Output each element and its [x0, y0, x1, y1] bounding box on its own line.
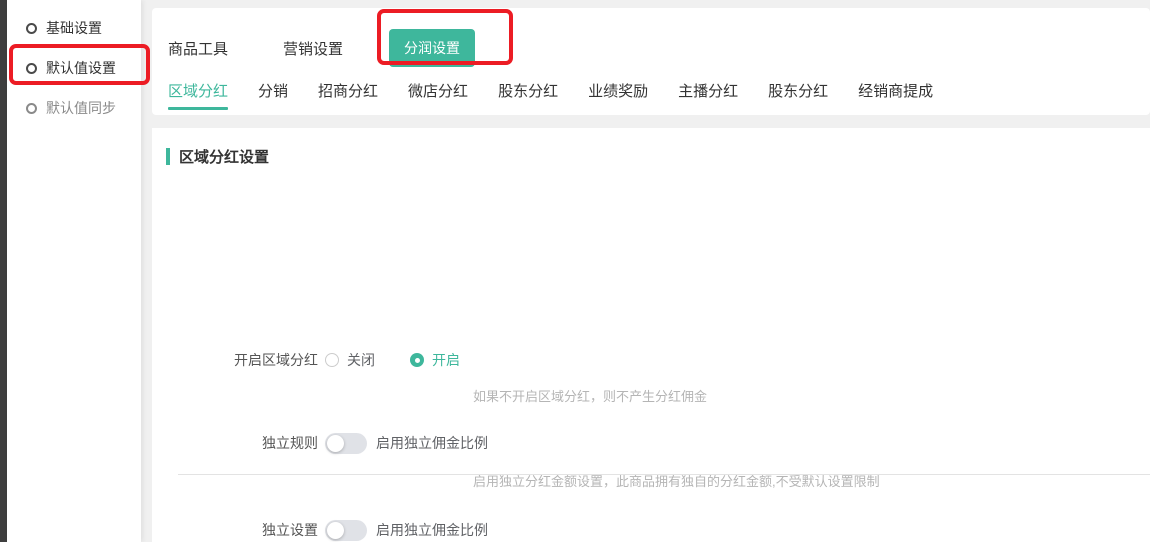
toggle-switch-off[interactable] [325, 433, 367, 454]
sidebar-item-basic-settings[interactable]: 基础设置 [7, 8, 141, 48]
toggle-switch-off[interactable] [325, 520, 367, 541]
form-row-enable-region-dividend: 开启区域分红 关闭 开启 [152, 349, 1150, 371]
sidebar: 基础设置 默认值设置 默认值同步 [7, 0, 141, 542]
subtab-region-dividend[interactable]: 区域分红 [168, 80, 228, 110]
sidebar-item-default-settings[interactable]: 默认值设置 [7, 48, 141, 88]
toggle-knob [327, 435, 344, 452]
toggle-label: 启用独立佣金比例 [376, 433, 488, 453]
section-header: 区域分红设置 [166, 146, 269, 167]
subtab-microstore-dividend[interactable]: 微店分红 [408, 80, 468, 110]
form-row-independent-rule: 独立规则 启用独立佣金比例 [152, 432, 1150, 454]
form-label: 开启区域分红 [152, 350, 318, 370]
sidebar-item-label: 默认值同步 [46, 98, 116, 118]
form-help-text: 如果不开启区域分红，则不产生分红佣金 [473, 386, 707, 405]
sidebar-item-default-sync[interactable]: 默认值同步 [7, 88, 141, 128]
subtab-distribution[interactable]: 分销 [258, 80, 288, 110]
radio-circle-icon [26, 63, 37, 74]
tab-goods-tools[interactable]: 商品工具 [168, 38, 228, 59]
radio-circle-icon [26, 103, 37, 114]
subtab-performance-reward[interactable]: 业绩奖励 [588, 80, 648, 110]
radio-label: 关闭 [347, 350, 375, 370]
tab-marketing-settings[interactable]: 营销设置 [283, 38, 343, 59]
window-edge-strip [0, 0, 7, 542]
toggle-label: 启用独立佣金比例 [376, 520, 488, 540]
form-label: 独立规则 [152, 433, 318, 453]
subtab-shareholder-dividend[interactable]: 股东分红 [498, 80, 558, 110]
sidebar-item-label: 基础设置 [46, 18, 102, 38]
radio-option-on[interactable]: 开启 [410, 350, 460, 370]
subtab-shareholder-dividend-2[interactable]: 股东分红 [768, 80, 828, 110]
subtab-dealer-commission[interactable]: 经销商提成 [858, 80, 933, 110]
section-title: 区域分红设置 [179, 146, 269, 167]
horizontal-divider [178, 474, 1150, 475]
radio-unchecked-icon[interactable] [325, 353, 339, 367]
sidebar-item-label: 默认值设置 [46, 58, 116, 78]
toggle-knob [327, 522, 344, 539]
form-label: 独立设置 [152, 520, 318, 540]
radio-circle-icon [26, 23, 37, 34]
tabs-card: 商品工具 营销设置 分润设置 区域分红 分销 招商分红 微店分红 股东分红 业绩… [152, 8, 1150, 115]
radio-checked-icon[interactable] [410, 353, 424, 367]
form-row-independent-setting: 独立设置 启用独立佣金比例 [152, 519, 1150, 541]
radio-label: 开启 [432, 350, 460, 370]
subtab-anchor-dividend[interactable]: 主播分红 [678, 80, 738, 110]
main-tabs: 商品工具 营销设置 分润设置 [168, 30, 475, 66]
tab-profit-settings-button[interactable]: 分润设置 [389, 29, 475, 67]
content-card: 区域分红设置 开启区域分红 关闭 开启 如果不开启区域分红，则不产生分红佣金 独… [152, 128, 1150, 542]
radio-option-off[interactable]: 关闭 [325, 350, 375, 370]
subtab-merchant-dividend[interactable]: 招商分红 [318, 80, 378, 110]
sub-tabs: 区域分红 分销 招商分红 微店分红 股东分红 业绩奖励 主播分红 股东分红 经销… [168, 80, 933, 110]
section-accent-bar [166, 148, 170, 165]
